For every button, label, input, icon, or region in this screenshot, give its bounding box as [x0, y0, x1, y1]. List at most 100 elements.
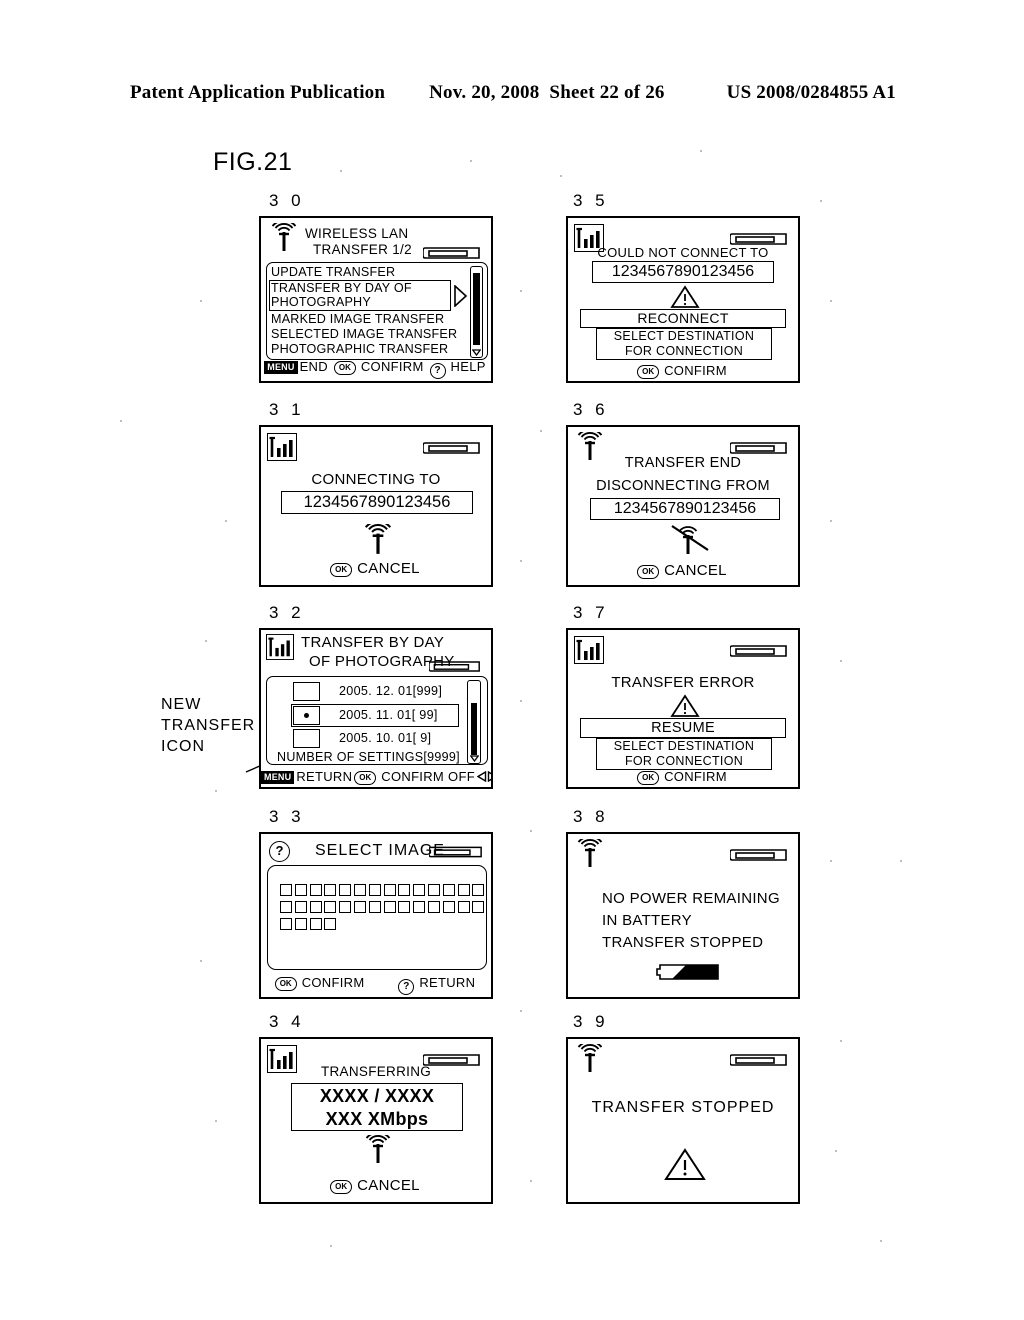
image-thumbnail-cell[interactable]	[354, 901, 366, 913]
screen-34-rate: XXX XMbps	[325, 1109, 429, 1129]
screen-37-sub-line-2: FOR CONNECTION	[624, 754, 744, 768]
scrollbar-thumb[interactable]	[471, 703, 477, 755]
image-thumbnail-cell[interactable]	[398, 901, 411, 913]
patent-header: Patent Application Publication Nov. 20, …	[0, 82, 1024, 104]
image-thumbnail-cell[interactable]	[428, 901, 440, 913]
image-thumbnail-cell[interactable]	[309, 901, 322, 913]
softkey-end[interactable]: END	[300, 359, 328, 374]
image-thumbnail-cell[interactable]	[294, 918, 307, 930]
image-thumbnail-cell[interactable]	[339, 901, 352, 913]
image-thumbnail-cell[interactable]	[428, 884, 440, 896]
callout-line-1: NEW	[161, 696, 202, 713]
image-thumbnail-cell[interactable]	[280, 918, 292, 930]
image-thumbnail-cell[interactable]	[294, 884, 307, 896]
softkey-return[interactable]: RETURN	[419, 975, 475, 990]
screen-33-select-image[interactable]: ? SELECT IMAGE OK CONFIRM ? RETURN	[259, 832, 493, 999]
image-thumbnail-cell[interactable]	[383, 884, 396, 896]
callout-line-2: TRANSFER	[161, 717, 256, 734]
warning-triangle-icon	[670, 694, 700, 717]
menu-badge[interactable]: MENU	[261, 771, 295, 784]
image-thumbnail-cell[interactable]	[280, 901, 292, 913]
image-thumbnail-cell[interactable]	[457, 884, 470, 896]
image-thumbnail-cell[interactable]	[442, 884, 455, 896]
softkey-cancel[interactable]: CANCEL	[357, 560, 420, 577]
date-row-thumbnail-1[interactable]	[293, 682, 320, 701]
softkey-confirm[interactable]: CONFIRM	[664, 769, 727, 784]
image-thumbnail-cell[interactable]	[457, 901, 470, 913]
image-thumbnail-cell[interactable]	[324, 884, 337, 896]
screen-37-resume-button[interactable]: RESUME	[580, 718, 786, 738]
screen-32-date-list[interactable]: 2005. 12. 01[999] 2005. 11. 01[ 99] 2005…	[266, 676, 488, 765]
menu-item-photographic-transfer[interactable]: PHOTOGRAPHIC TRANSFER	[271, 342, 448, 356]
screen-35-reconnect-button[interactable]: RECONNECT	[580, 309, 786, 328]
screen-31-destination-value: 1234567890123456	[281, 491, 473, 514]
image-thumbnail-cell[interactable]	[398, 884, 411, 896]
image-thumbnail-cell[interactable]	[324, 918, 337, 930]
screen-38-line-3: TRANSFER STOPPED	[602, 934, 764, 951]
menu-badge[interactable]: MENU	[264, 361, 298, 374]
image-thumbnail-cell[interactable]	[280, 884, 292, 896]
menu-item-marked-image-transfer[interactable]: MARKED IMAGE TRANSFER	[271, 312, 444, 326]
scrollbar-track[interactable]	[467, 680, 481, 764]
screen-30-menu-list[interactable]: UPDATE TRANSFER TRANSFER BY DAY OF PHOTO…	[266, 262, 488, 360]
screen-36-destination-value: 1234567890123456	[590, 498, 780, 520]
screen-37-transfer-error[interactable]: TRANSFER ERROR RESUME SELECT DESTINATION…	[566, 628, 800, 789]
wireless-antenna-icon	[271, 223, 297, 251]
scrollbar-thumb[interactable]	[473, 273, 480, 345]
image-thumbnail-cell[interactable]	[309, 884, 322, 896]
scrollbar-track[interactable]	[470, 266, 483, 358]
image-thumbnail-cell[interactable]	[368, 901, 381, 913]
screen-34-transferring[interactable]: TRANSFERRING XXXX / XXXX XXX XMbps OK CAN…	[259, 1037, 493, 1204]
image-thumbnail-cell[interactable]	[383, 901, 396, 913]
menu-item-selected-image-transfer[interactable]: SELECTED IMAGE TRANSFER	[271, 327, 457, 341]
softkey-confirm[interactable]: CONFIRM	[361, 359, 424, 374]
menu-item-transfer-by-day-line2[interactable]: PHOTOGRAPHY	[271, 295, 371, 309]
image-thumbnail-cell[interactable]	[368, 884, 381, 896]
chevron-right-outline-icon	[454, 285, 468, 307]
softkey-cancel[interactable]: CANCEL	[357, 1177, 420, 1194]
screen-38-no-power[interactable]: NO POWER REMAINING IN BATTERY TRANSFER S…	[566, 832, 800, 999]
image-thumbnail-cell[interactable]	[472, 884, 485, 896]
screen-32-transfer-by-day[interactable]: TRANSFER BY DAY OF PHOTOGRAPHY 2005. 12.…	[259, 628, 493, 789]
screen-31-connecting[interactable]: CONNECTING TO 1234567890123456 OK CANCEL	[259, 425, 493, 587]
screen-33-image-grid-panel[interactable]	[267, 865, 487, 970]
screen-35-could-not-connect[interactable]: COULD NOT CONNECT TO 1234567890123456 RE…	[566, 216, 800, 383]
date-row-1[interactable]: 2005. 12. 01[999]	[339, 684, 442, 698]
screen-35-select-destination-box[interactable]: SELECT DESTINATION FOR CONNECTION	[596, 328, 772, 360]
scroll-down-arrow-icon[interactable]	[472, 349, 481, 356]
image-thumbnail-cell[interactable]	[294, 901, 307, 913]
image-thumbnail-cell[interactable]	[354, 884, 366, 896]
image-thumbnail-cell[interactable]	[442, 901, 455, 913]
date-row-3[interactable]: 2005. 10. 01[ 9]	[339, 731, 431, 745]
image-thumbnail-cell[interactable]	[413, 901, 426, 913]
image-thumbnail-cell[interactable]	[309, 918, 322, 930]
screen-31-message: CONNECTING TO	[311, 471, 441, 488]
scroll-down-arrow-icon[interactable]	[469, 755, 479, 762]
softkey-return[interactable]: RETURN	[296, 769, 352, 784]
screen-37-select-destination-box[interactable]: SELECT DESTINATION FOR CONNECTION	[596, 738, 772, 770]
screen-36-transfer-end[interactable]: TRANSFER END DISCONNECTING FROM 12345678…	[566, 425, 800, 587]
softkey-help[interactable]: HELP	[451, 359, 486, 374]
softkey-confirm[interactable]: CONFIRM	[381, 769, 444, 784]
screen-39-transfer-stopped[interactable]: TRANSFER STOPPED	[566, 1037, 800, 1204]
image-thumbnail-cell[interactable]	[472, 901, 485, 913]
scan-speckle	[530, 830, 532, 832]
softkey-off[interactable]: OFF	[448, 769, 475, 784]
scan-speckle	[820, 200, 822, 202]
softkey-cancel[interactable]: CANCEL	[664, 562, 727, 579]
image-thumbnail-cell[interactable]	[413, 884, 426, 896]
menu-item-update-transfer[interactable]: UPDATE TRANSFER	[271, 265, 395, 279]
image-thumbnail-cell[interactable]	[324, 901, 337, 913]
menu-item-transfer-by-day-line1[interactable]: TRANSFER BY DAY OF	[271, 281, 412, 295]
date-row-2[interactable]: 2005. 11. 01[ 99]	[339, 708, 438, 722]
softkey-confirm[interactable]: CONFIRM	[302, 975, 365, 990]
battery-icon	[423, 442, 480, 454]
softkey-confirm[interactable]: CONFIRM	[664, 363, 727, 378]
screen-35-sub-line-1: SELECT DESTINATION	[613, 329, 755, 343]
scan-speckle	[900, 860, 902, 862]
image-thumbnail-cell[interactable]	[339, 884, 352, 896]
date-row-thumbnail-3[interactable]	[293, 729, 320, 748]
battery-icon	[429, 846, 482, 858]
ok-badge-icon: OK	[354, 771, 377, 785]
screen-30-wireless-lan-transfer[interactable]: WIRELESS LAN TRANSFER 1/2 UPDATE TRANSFE…	[259, 216, 493, 383]
